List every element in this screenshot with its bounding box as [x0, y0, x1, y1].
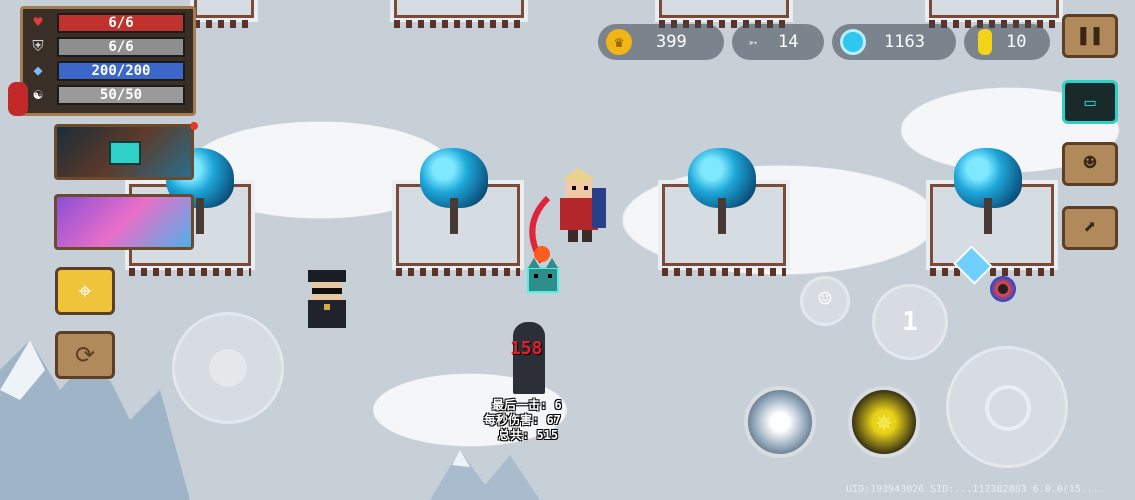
id-card-icon: ☻ — [1083, 151, 1097, 176]
swap-icon: ⟳ — [74, 341, 96, 369]
notification-dot — [190, 122, 198, 130]
pause-icon: ❚❚ — [1076, 23, 1104, 48]
crosshair-icon — [985, 385, 1031, 431]
red-potion-icon — [8, 82, 28, 116]
player-stats-panel: ♥ 6/6 ⛨ 6/6 ◆ 200/200 ☯ 50/50 — [20, 6, 196, 116]
fish-value: 14 — [778, 32, 799, 52]
fence-top-4 — [925, 0, 1063, 28]
npc-officer — [308, 270, 346, 328]
skill-bar: 50/50 — [57, 85, 185, 105]
blue-tree-center — [414, 148, 494, 238]
armor-bar: 6/6 — [57, 37, 185, 57]
total-stat: 总共: 515 — [498, 428, 559, 442]
cat-pet — [527, 258, 559, 293]
snow-mountains-mid — [430, 450, 540, 500]
swap-weapon-button[interactable]: ⟳ — [55, 331, 115, 379]
fish-counter: ➳ 14 — [732, 24, 824, 60]
fence-top-1 — [190, 0, 258, 28]
blue-tree-far-right — [948, 148, 1028, 238]
scroll-icon: ✸ — [874, 404, 894, 439]
heart-icon: ♥ — [33, 13, 43, 31]
robot-icon — [109, 141, 141, 165]
weapon-switch-button[interactable]: 1 — [872, 284, 948, 360]
gem-value: 1163 — [884, 32, 925, 52]
movement-joystick[interactable] — [172, 312, 284, 424]
map-location-button[interactable]: ⌖ — [55, 267, 115, 315]
gold-coin-icon: ♛ — [606, 29, 632, 55]
hp-bar: 6/6 — [57, 13, 185, 33]
weapon-slot-label: 1 — [902, 307, 918, 337]
compass-orb-icon — [990, 276, 1016, 302]
fence-top-3 — [655, 0, 793, 28]
yin-yang-icon: ☯ — [33, 85, 43, 103]
energy-label: 200/200 — [91, 63, 151, 79]
screen-icon: ▭ — [1084, 92, 1096, 113]
gold-value: 399 — [656, 32, 687, 52]
token-icon — [978, 29, 992, 55]
profile-button[interactable]: ☻ — [1062, 142, 1118, 186]
emote-button[interactable]: ☺ — [800, 276, 850, 326]
exit-button[interactable]: ⬈ — [1062, 206, 1118, 250]
footer-uid-text: UID:193943026 SID:...112382883 6.0.0(15.… — [846, 484, 1099, 495]
wing-skill-button[interactable]: ❦ — [744, 386, 816, 458]
wing-icon: ❦ — [770, 404, 790, 439]
pause-button[interactable]: ❚❚ — [1062, 14, 1118, 58]
energy-bar: 200/200 — [57, 61, 185, 81]
smiley-icon: ☺ — [818, 287, 832, 312]
crystal-icon: ◆ — [33, 61, 43, 79]
stairs-icon: ⬈ — [1083, 215, 1097, 240]
coin-value: 10 — [1006, 32, 1027, 52]
ai-chat-button[interactable]: ▭ — [1062, 80, 1118, 124]
coin-counter: 10 — [964, 24, 1050, 60]
buff-card-arcade[interactable] — [54, 124, 194, 180]
scroll-skill-button[interactable]: ✸ — [848, 386, 920, 458]
gem-counter: 1163 — [832, 24, 956, 60]
fence-top-2 — [390, 0, 528, 28]
fish-icon: ➳ — [748, 33, 758, 51]
red-slash-effect — [529, 196, 551, 264]
buff-card-character[interactable] — [54, 194, 194, 250]
armor-label: 6/6 — [108, 39, 134, 55]
location-pin-icon: ⌖ — [78, 277, 92, 305]
attack-button[interactable] — [946, 346, 1068, 468]
skill-label: 50/50 — [99, 87, 143, 103]
gold-counter: ♛ 399 — [598, 24, 724, 60]
hp-label: 6/6 — [108, 15, 134, 31]
blue-tree-right — [682, 148, 762, 238]
damage-number: 158 — [510, 338, 543, 359]
shield-icon: ⛨ — [32, 37, 44, 55]
joystick-knob[interactable] — [209, 349, 247, 387]
gem-icon — [840, 29, 866, 55]
